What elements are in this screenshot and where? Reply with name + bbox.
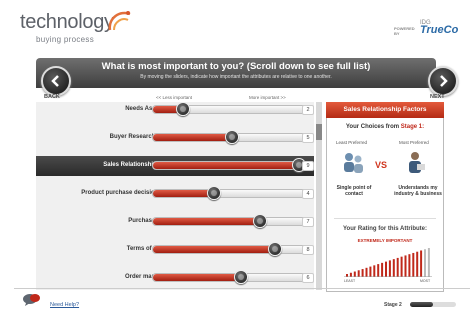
attribute-slider-track[interactable] — [152, 273, 308, 282]
attribute-value: 9 — [302, 161, 314, 171]
detail-header: Sales Relationship Factors — [326, 102, 444, 118]
rating-bar — [427, 248, 430, 277]
rating-bar — [377, 264, 380, 277]
rating-most-label: MOST — [420, 279, 431, 283]
rating-bar — [369, 266, 372, 277]
logo-subtitle: buying process — [36, 35, 95, 44]
choices-stage: Stage 1: — [400, 124, 425, 130]
rating-bar — [365, 267, 368, 277]
slider-handle-grip — [229, 134, 236, 140]
banner-subtitle: By moving the sliders, indicate how impo… — [140, 74, 332, 80]
logo-swirl-icon — [108, 11, 131, 31]
attribute-slider-fill — [153, 218, 261, 225]
rating-bar — [385, 261, 387, 277]
rating-bar — [412, 252, 415, 277]
banner-title: What is most important to you? (Scroll d… — [101, 61, 371, 72]
attribute-value: 7 — [302, 217, 314, 227]
question-banner: What is most important to you? (Scroll d… — [36, 58, 436, 88]
least-preferred-label: Least Preferred — [336, 140, 368, 145]
attribute-slider-handle[interactable] — [206, 186, 221, 200]
slider-handle-grip — [179, 106, 186, 112]
need-help-link[interactable]: Need Help? — [50, 302, 79, 308]
attribute-slider-track[interactable] — [152, 161, 308, 170]
rating-bar — [396, 257, 399, 277]
choices-prefix: Your Choices from — [345, 124, 401, 130]
rating-bar — [404, 255, 407, 277]
least-choice-text: Single point of contact — [336, 185, 372, 197]
most-choice-text: Understands my industry & business — [394, 185, 442, 197]
scale-more-label: More important >> — [249, 95, 286, 100]
detail-divider — [334, 218, 436, 219]
choices-heading: Your Choices from Stage 1: — [326, 124, 444, 130]
partner-logo: IDG TrueCo — [420, 20, 459, 36]
attribute-slider-handle[interactable] — [225, 130, 240, 144]
most-preferred-label: Most Preferred — [399, 140, 429, 145]
rating-bar — [353, 271, 356, 277]
next-button[interactable] — [428, 66, 458, 96]
slider-handle-grip — [238, 274, 245, 280]
rating-bar — [392, 259, 395, 277]
attribute-slider-fill — [153, 190, 215, 197]
partner-logo-brand: TrueCo — [420, 24, 459, 36]
attribute-value: 4 — [302, 189, 314, 199]
help-icon[interactable] — [22, 292, 42, 306]
footer-divider — [14, 288, 470, 289]
rating-least-label: LEAST — [344, 279, 356, 283]
attribute-value: 2 — [302, 105, 314, 115]
next-label[interactable]: NEXT — [430, 94, 445, 100]
single-contact-people-icon — [344, 153, 363, 173]
attribute-value: 5 — [302, 133, 314, 143]
attribute-slider-fill — [153, 246, 277, 253]
rating-bar — [408, 254, 411, 277]
logo-title: technology — [20, 11, 114, 33]
attribute-slider-track[interactable] — [152, 245, 308, 254]
industry-expert-icon — [409, 152, 425, 173]
list-scrollbar-thumb[interactable] — [316, 124, 322, 140]
powered-by-label: POWERED BY — [394, 26, 415, 36]
chevron-right-icon — [440, 75, 448, 87]
rating-title: Your Rating for this Attribute: — [343, 226, 427, 232]
rating-bar — [381, 262, 384, 277]
attribute-slider-track[interactable] — [152, 189, 308, 198]
rating-bar — [416, 251, 419, 277]
slider-handle-grip — [210, 190, 217, 196]
back-label[interactable]: BACK — [44, 94, 60, 100]
attribute-slider-fill — [153, 162, 303, 169]
rating-bars-graphic — [344, 248, 432, 277]
attribute-slider-track[interactable] — [152, 217, 308, 226]
rating-bar — [424, 249, 426, 277]
attribute-slider-handle[interactable] — [252, 214, 267, 228]
stage-progress-fill — [410, 302, 433, 307]
rating-bar — [373, 265, 376, 277]
stage-label: Stage 2 — [384, 302, 402, 308]
rating-bar — [400, 256, 403, 277]
back-button[interactable] — [41, 66, 71, 96]
attribute-value: 6 — [302, 273, 314, 283]
attribute-value: 8 — [302, 245, 314, 255]
chevron-left-icon — [51, 75, 59, 87]
rating-bar — [361, 269, 364, 277]
attribute-slider-handle[interactable] — [175, 102, 190, 116]
slider-handle-grip — [256, 218, 263, 224]
attribute-slider-fill — [153, 134, 234, 141]
vs-label: VS — [375, 160, 388, 170]
rating-bar — [420, 250, 423, 277]
rating-value: EXTREMELY IMPORTANT — [357, 238, 413, 243]
scale-less-label: << Less important — [156, 95, 193, 100]
rating-bar — [357, 270, 360, 277]
rating-bar — [388, 260, 391, 277]
attribute-slider-fill — [153, 274, 243, 281]
slider-handle-grip — [272, 246, 279, 252]
